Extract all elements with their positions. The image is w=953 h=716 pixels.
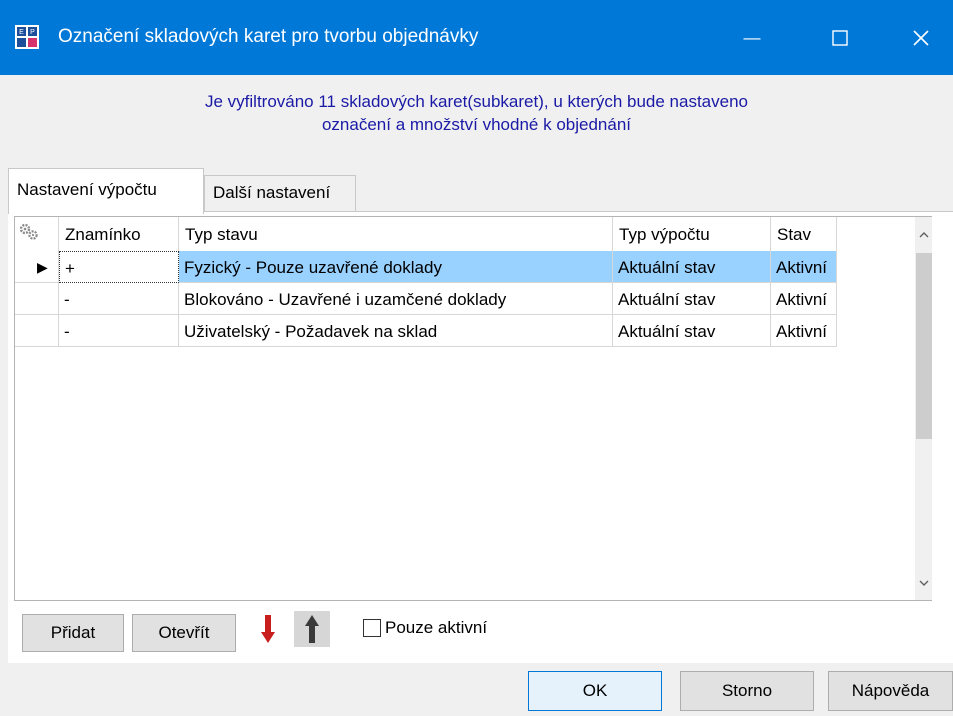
svg-text:P: P bbox=[30, 29, 35, 36]
chevron-down-icon bbox=[919, 580, 928, 586]
title-bar[interactable]: E P Označení skladových karet pro tvorbu… bbox=[0, 0, 953, 75]
cell-sign[interactable]: - bbox=[59, 315, 179, 347]
cell-calc-type[interactable]: Aktuální stav bbox=[613, 315, 771, 347]
only-active-label[interactable]: Pouze aktivní bbox=[385, 618, 487, 638]
column-header-state[interactable]: Stav bbox=[771, 217, 837, 251]
scroll-up-button[interactable] bbox=[915, 217, 932, 251]
add-button[interactable]: Přidat bbox=[22, 614, 124, 652]
close-icon bbox=[913, 29, 929, 46]
row-indicator: ▶ bbox=[15, 251, 59, 283]
minimize-button[interactable]: — bbox=[720, 0, 784, 75]
row-indicator bbox=[15, 315, 59, 347]
cell-calc-type[interactable]: Aktuální stav bbox=[613, 251, 771, 283]
cell-state-type[interactable]: Blokováno - Uzavřené i uzamčené doklady bbox=[179, 283, 613, 315]
current-row-icon: ▶ bbox=[37, 259, 48, 275]
app-icon: E P bbox=[15, 25, 39, 49]
cell-sign-value: + bbox=[65, 259, 75, 278]
column-header-calc-type[interactable]: Typ výpočtu bbox=[613, 217, 771, 251]
window-title: Označení skladových karet pro tvorbu obj… bbox=[58, 26, 479, 47]
move-down-button[interactable] bbox=[250, 611, 286, 647]
filter-info: Je vyfiltrováno 11 skladových karet(subk… bbox=[0, 90, 953, 136]
svg-text:E: E bbox=[19, 29, 24, 36]
tab-other-settings[interactable]: Další nastavení bbox=[204, 175, 356, 212]
arrow-up-icon bbox=[305, 615, 319, 643]
only-active-checkbox[interactable] bbox=[363, 619, 381, 637]
move-up-button[interactable] bbox=[294, 611, 330, 647]
minimize-icon: — bbox=[743, 27, 761, 47]
gears-icon bbox=[19, 223, 38, 240]
open-button[interactable]: Otevřít bbox=[132, 614, 236, 652]
grid-header: Znamínko Typ stavu Typ výpočtu Stav bbox=[15, 217, 915, 251]
cell-state[interactable]: Aktivní bbox=[771, 283, 837, 315]
cell-state-type[interactable]: Uživatelský - Požadavek na sklad bbox=[179, 315, 613, 347]
cell-state[interactable]: Aktivní bbox=[771, 251, 837, 283]
table-row[interactable]: - Blokováno - Uzavřené i uzamčené doklad… bbox=[15, 283, 837, 315]
table-row[interactable]: ▶ + Fyzický - Pouze uzavřené doklady Akt… bbox=[15, 251, 837, 283]
table-row[interactable]: - Uživatelský - Požadavek na sklad Aktuá… bbox=[15, 315, 837, 347]
ok-button[interactable]: OK bbox=[528, 671, 662, 711]
cancel-button[interactable]: Storno bbox=[680, 671, 814, 711]
cell-sign[interactable]: - bbox=[59, 283, 179, 315]
cell-calc-type[interactable]: Aktuální stav bbox=[613, 283, 771, 315]
cell-sign[interactable]: + bbox=[59, 251, 179, 283]
column-header-state-type[interactable]: Typ stavu bbox=[179, 217, 613, 251]
tab-calculation-settings[interactable]: Nastavení výpočtu bbox=[8, 168, 204, 214]
column-header-sign[interactable]: Znamínko bbox=[59, 217, 179, 251]
arrow-down-icon bbox=[261, 615, 275, 643]
close-button[interactable] bbox=[889, 0, 953, 75]
maximize-icon bbox=[832, 29, 848, 46]
scroll-down-button[interactable] bbox=[915, 566, 932, 600]
chevron-up-icon bbox=[919, 231, 928, 237]
state-grid[interactable]: Znamínko Typ stavu Typ výpočtu Stav ▶ + … bbox=[14, 216, 932, 601]
grid-scrollbar[interactable] bbox=[915, 217, 932, 600]
help-button[interactable]: Nápověda bbox=[828, 671, 953, 711]
cell-state-type[interactable]: Fyzický - Pouze uzavřené doklady bbox=[179, 251, 613, 283]
grid-settings-column[interactable] bbox=[15, 217, 59, 251]
cell-state[interactable]: Aktivní bbox=[771, 315, 837, 347]
scroll-thumb[interactable] bbox=[916, 253, 932, 439]
row-indicator bbox=[15, 283, 59, 315]
filter-info-line1: Je vyfiltrováno 11 skladových karet(subk… bbox=[204, 92, 749, 111]
filter-info-line2: označení a množství vhodné k objednání bbox=[321, 115, 632, 134]
maximize-button[interactable] bbox=[808, 0, 872, 75]
